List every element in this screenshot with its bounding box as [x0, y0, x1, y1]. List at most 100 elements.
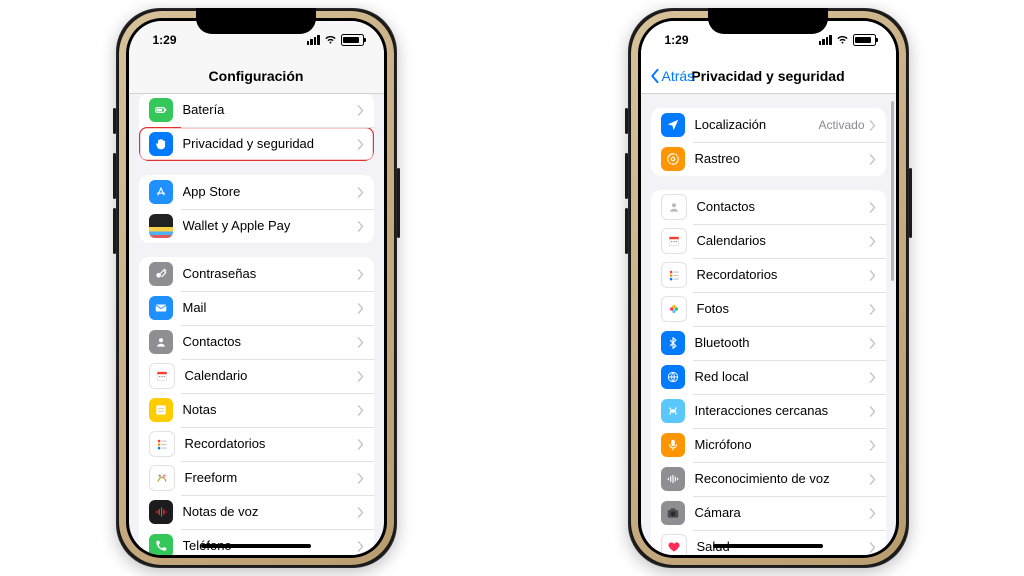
contactos2-icon: [661, 194, 687, 220]
freeform-icon: [149, 465, 175, 491]
row-localizacion[interactable]: LocalizaciónActivado: [651, 108, 886, 142]
row-label: Reconocimiento de voz: [695, 472, 869, 487]
settings-group: Contactos CalendariosRecordatorios Fotos Bl…: [651, 190, 886, 555]
chevron-right-icon: [869, 304, 876, 315]
wifi-icon: [836, 35, 849, 45]
row-passwords[interactable]: Contraseñas: [139, 257, 374, 291]
fotos-icon: [661, 296, 687, 322]
row-label: Contactos: [183, 335, 357, 350]
row-telefono[interactable]: Teléfono: [139, 529, 374, 555]
chevron-right-icon: [869, 120, 876, 131]
chevron-right-icon: [357, 337, 364, 348]
settings-group: App Store Wallet y Apple Pay: [139, 175, 374, 243]
camara-icon: [661, 501, 685, 525]
battery-icon: [341, 34, 364, 46]
salud-icon: [661, 534, 687, 555]
row-privacidad[interactable]: Privacidad y seguridad: [139, 127, 374, 161]
row-camara[interactable]: Cámara: [651, 496, 886, 530]
chevron-right-icon: [357, 303, 364, 314]
bluetooth-icon: [661, 331, 685, 355]
row-label: Calendario: [185, 369, 357, 384]
status-time: 1:29: [153, 33, 203, 47]
settings-group: Contraseñas Mail Contactos Calendario Notas R…: [139, 257, 374, 555]
row-voz[interactable]: Reconocimiento de voz: [651, 462, 886, 496]
row-label: Freeform: [185, 471, 357, 486]
row-label: Fotos: [697, 302, 869, 317]
back-button[interactable]: Atrás: [649, 68, 695, 84]
row-interacciones[interactable]: Interacciones cercanas: [651, 394, 886, 428]
chevron-right-icon: [357, 139, 364, 150]
row-label: Wallet y Apple Pay: [183, 219, 357, 234]
contactos-icon: [149, 330, 173, 354]
navbar-left: Configuración: [129, 59, 384, 94]
row-calendario[interactable]: Calendario: [139, 359, 374, 393]
chevron-right-icon: [357, 371, 364, 382]
recordatorios-icon: [149, 431, 175, 457]
row-notas[interactable]: Notas: [139, 393, 374, 427]
telefono-icon: [149, 534, 173, 555]
row-label: Bluetooth: [695, 336, 869, 351]
settings-group: LocalizaciónActivadoRastreo: [651, 108, 886, 176]
home-indicator[interactable]: [201, 544, 311, 548]
notch: [708, 8, 828, 34]
row-label: Batería: [183, 103, 357, 118]
row-voicememo[interactable]: Notas de voz: [139, 495, 374, 529]
row-redlocal[interactable]: Red local: [651, 360, 886, 394]
row-mail[interactable]: Mail: [139, 291, 374, 325]
row-appstore[interactable]: App Store: [139, 175, 374, 209]
chevron-right-icon: [869, 474, 876, 485]
chevron-right-icon: [869, 542, 876, 553]
row-record2[interactable]: Recordatorios: [651, 258, 886, 292]
chevron-right-icon: [869, 338, 876, 349]
chevron-right-icon: [357, 405, 364, 416]
cellular-icon: [307, 35, 320, 45]
settings-group: Batería Privacidad y seguridad: [139, 94, 374, 161]
row-fotos[interactable]: Fotos: [651, 292, 886, 326]
row-rastreo[interactable]: Rastreo: [651, 142, 886, 176]
settings-list-right[interactable]: LocalizaciónActivadoRastreo Contactos Cale…: [641, 94, 896, 555]
row-label: Notas: [183, 403, 357, 418]
row-label: Contactos: [697, 200, 869, 215]
row-bateria[interactable]: Batería: [139, 94, 374, 127]
row-wallet[interactable]: Wallet y Apple Pay: [139, 209, 374, 243]
row-label: App Store: [183, 185, 357, 200]
chevron-right-icon: [357, 541, 364, 552]
wallet-icon: [149, 214, 173, 238]
chevron-right-icon: [869, 154, 876, 165]
row-label: Localización: [695, 118, 819, 133]
scrollbar[interactable]: [891, 101, 894, 281]
row-microfono[interactable]: Micrófono: [651, 428, 886, 462]
redlocal-icon: [661, 365, 685, 389]
home-indicator[interactable]: [713, 544, 823, 548]
row-bluetooth[interactable]: Bluetooth: [651, 326, 886, 360]
notas-icon: [149, 398, 173, 422]
navbar-right: Atrás Privacidad y seguridad: [641, 59, 896, 94]
row-label: Contraseñas: [183, 267, 357, 282]
row-recordatorios[interactable]: Recordatorios: [139, 427, 374, 461]
row-calendarios[interactable]: Calendarios: [651, 224, 886, 258]
row-contactos[interactable]: Contactos: [139, 325, 374, 359]
privacidad-icon: [149, 132, 173, 156]
row-salud[interactable]: Salud: [651, 530, 886, 555]
settings-list-left[interactable]: Batería Privacidad y seguridad App Store Wa…: [129, 94, 384, 555]
cellular-icon: [819, 35, 832, 45]
record2-icon: [661, 262, 687, 288]
voz-icon: [661, 467, 685, 491]
chevron-right-icon: [869, 236, 876, 247]
mail-icon: [149, 296, 173, 320]
chevron-right-icon: [869, 202, 876, 213]
row-label: Recordatorios: [185, 437, 357, 452]
row-label: Mail: [183, 301, 357, 316]
row-freeform[interactable]: Freeform: [139, 461, 374, 495]
wifi-icon: [324, 35, 337, 45]
passwords-icon: [149, 262, 173, 286]
row-contactos2[interactable]: Contactos: [651, 190, 886, 224]
status-time: 1:29: [665, 33, 715, 47]
localizacion-icon: [661, 113, 685, 137]
chevron-right-icon: [357, 507, 364, 518]
row-label: Interacciones cercanas: [695, 404, 869, 419]
page-title: Configuración: [209, 68, 304, 84]
phone-left: 1:29 Configuración Batería Privacidad y s…: [116, 8, 397, 568]
chevron-right-icon: [869, 372, 876, 383]
chevron-right-icon: [357, 221, 364, 232]
